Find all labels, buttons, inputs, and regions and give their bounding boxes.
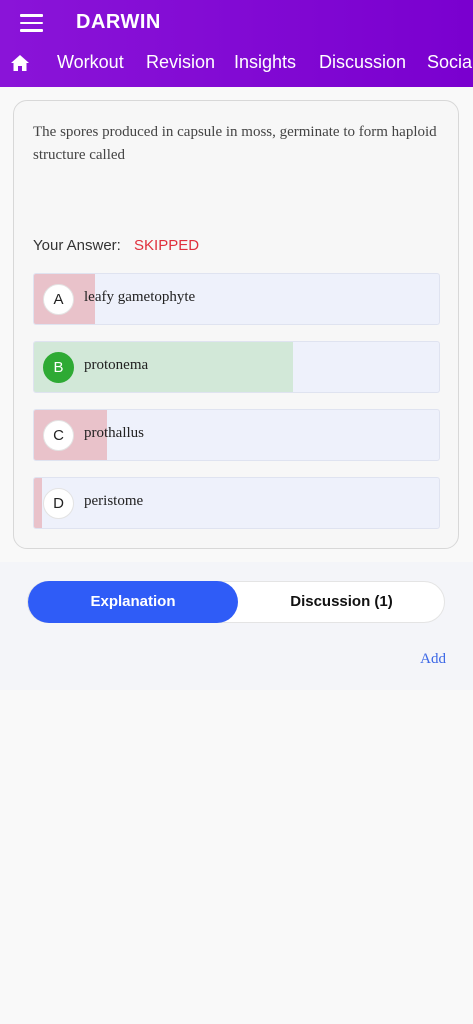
nav-bar: Workout Revision Insights Discussion Soc… bbox=[0, 47, 473, 81]
app-title: DARWIN bbox=[76, 11, 161, 33]
tab-explanation[interactable]: Explanation bbox=[28, 581, 238, 623]
option-d[interactable]: D peristome bbox=[33, 477, 440, 529]
option-b[interactable]: B protonema bbox=[33, 341, 440, 393]
option-a[interactable]: A leafy gametophyte bbox=[33, 273, 440, 325]
answer-status: SKIPPED bbox=[134, 237, 200, 254]
question-text: The spores produced in capsule in moss, … bbox=[33, 124, 437, 163]
option-a-letter: A bbox=[43, 284, 74, 315]
nav-item-revision[interactable]: Revision bbox=[146, 52, 215, 73]
option-c[interactable]: C prothallus bbox=[33, 409, 440, 461]
add-link[interactable]: Add bbox=[420, 651, 446, 668]
top-app-bar: DARWIN Workout Revision Insights Discuss… bbox=[0, 0, 473, 87]
tab-discussion[interactable]: Discussion (1) bbox=[238, 582, 445, 622]
answer-panel: Explanation Discussion (1) Add bbox=[0, 562, 473, 690]
option-b-letter: B bbox=[43, 352, 74, 383]
your-answer-label: Your Answer: bbox=[33, 237, 121, 254]
nav-item-social[interactable]: Social bbox=[427, 52, 473, 73]
option-a-text: leafy gametophyte bbox=[84, 289, 196, 305]
home-icon[interactable] bbox=[10, 54, 30, 72]
nav-item-workout[interactable]: Workout bbox=[57, 52, 124, 73]
option-b-text: protonema bbox=[84, 357, 149, 373]
option-d-letter: D bbox=[43, 488, 74, 519]
option-c-letter: C bbox=[43, 420, 74, 451]
option-c-text: prothallus bbox=[84, 425, 144, 441]
nav-item-discussion[interactable]: Discussion bbox=[319, 52, 406, 73]
option-d-response-bar bbox=[34, 478, 43, 528]
option-d-text: peristome bbox=[84, 493, 144, 509]
question-card: The spores produced in capsule in moss, … bbox=[13, 100, 459, 549]
nav-item-insights[interactable]: Insights bbox=[234, 52, 296, 73]
tab-toggle: Explanation Discussion (1) bbox=[27, 581, 445, 623]
your-answer-row: Your Answer: SKIPPED bbox=[33, 237, 199, 254]
menu-icon[interactable] bbox=[20, 14, 43, 32]
